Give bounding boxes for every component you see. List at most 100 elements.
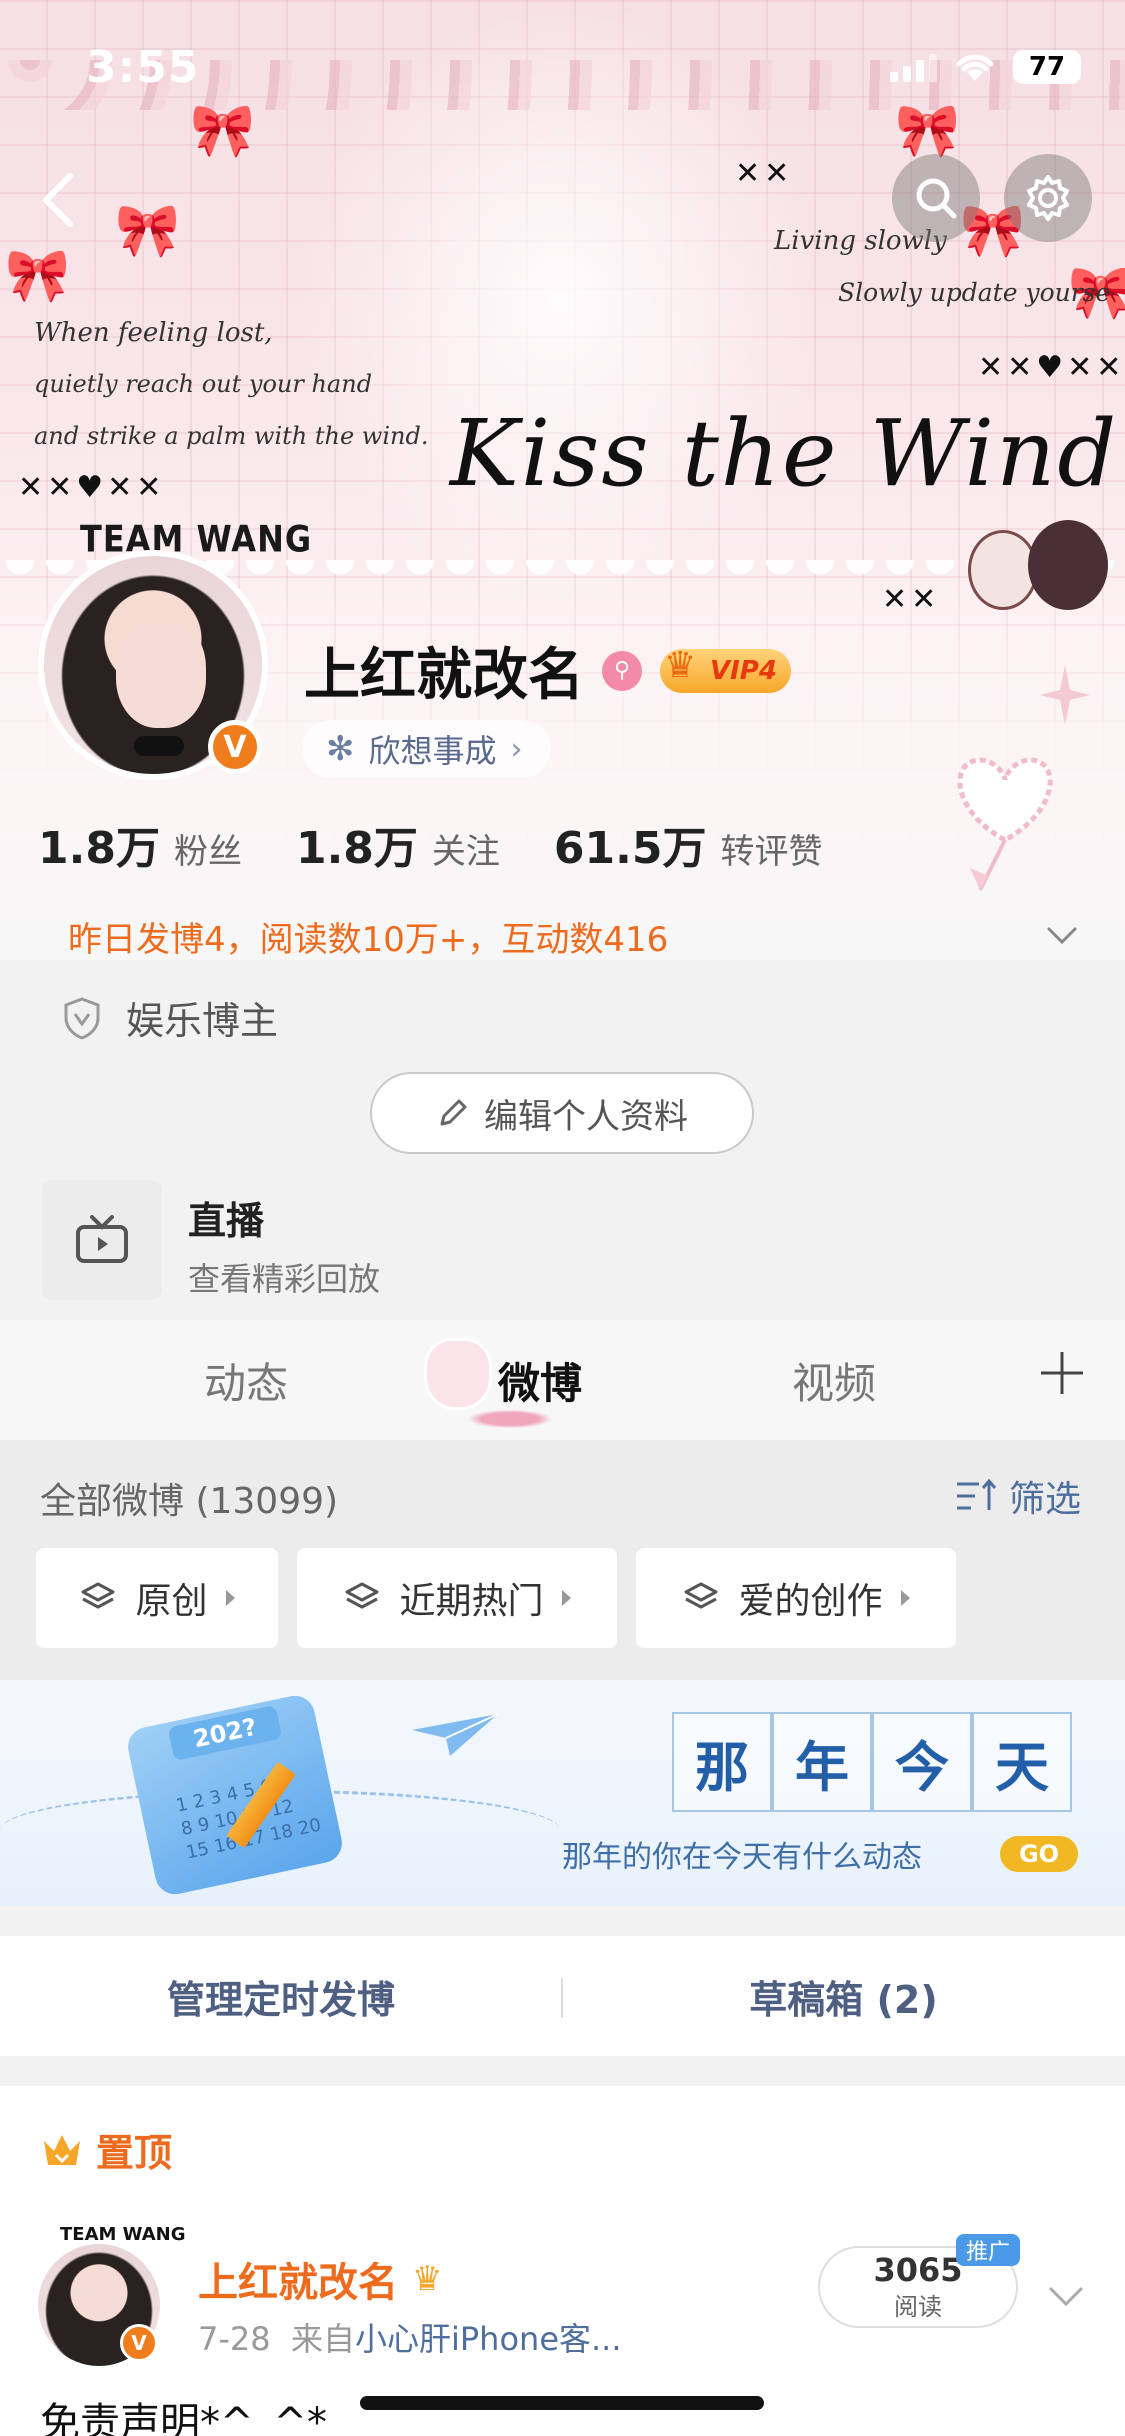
post-author-row: 上红就改名 ♛ [198, 2250, 442, 2308]
banner-title-script: Kiss the Wind [450, 400, 1119, 507]
banner-script-line: quietly reach out your hand [34, 370, 373, 398]
layers-icon [81, 1582, 115, 1609]
on-this-day-title: 那 年 今 天 [672, 1712, 1072, 1812]
snowflake-icon: ✻ [326, 729, 355, 769]
stat-following[interactable]: 1.8万 关注 [296, 812, 500, 876]
username: 上红就改名 [304, 643, 584, 708]
sort-filter-icon [956, 1478, 997, 1510]
activity-summary: 昨日发博4，阅读数10万+，互动数416 [68, 920, 669, 960]
chip-recent-hot[interactable]: 近期热门 [297, 1548, 617, 1648]
profile-stats: 1.8万 粉丝 1.8万 关注 61.5万 转评赞 [38, 812, 876, 876]
verified-badge: V [208, 720, 262, 774]
pinned-label-row: 置顶 [40, 2122, 172, 2177]
edit-profile-label: 编辑个人资料 [484, 1096, 688, 1137]
post-avatar-team-label: TEAM WANG [60, 2224, 186, 2245]
drafts-button[interactable]: 草稿箱 (2) [562, 1936, 1125, 2056]
tag-label: 娱乐博主 [126, 999, 279, 1043]
live-subtitle: 查看精彩回放 [188, 1260, 381, 1298]
heart-lollipop-decoration [957, 757, 1053, 891]
stat-followers[interactable]: 1.8万 粉丝 [38, 812, 242, 876]
tab-video[interactable]: 视频 [792, 1350, 876, 1411]
read-label: 阅读 [894, 2292, 942, 2321]
banner-script-line: Slowly update yourse [838, 278, 1111, 307]
gear-icon [1027, 175, 1069, 221]
profile-tabs: 动态 微博 视频 [0, 1320, 1125, 1440]
wifi-icon [956, 54, 994, 81]
xo-decoration: ✕✕♥✕✕ [18, 470, 166, 505]
plush-toys-decoration [968, 520, 1108, 620]
scheduled-posts-button[interactable]: 管理定时发博 [0, 1936, 562, 2056]
tab-active-indicator [460, 1408, 560, 1430]
post-date: 7-28 [198, 2320, 271, 2358]
chip-love-creation[interactable]: 爱的创作 [636, 1548, 956, 1648]
pink-badge-icon[interactable]: ⚲ [602, 650, 642, 691]
crown-icon: ♛ [412, 2259, 443, 2299]
verified-badge: V [120, 2324, 158, 2362]
tab-dynamics[interactable]: 动态 [204, 1350, 288, 1411]
xo-decoration: ✕✕ [735, 156, 794, 191]
post-text: 免责声明*^_^* [40, 2400, 328, 2436]
edit-profile-button[interactable]: 编辑个人资料 [370, 1072, 754, 1154]
banner-script-line: When feeling lost, [34, 318, 273, 348]
pinned-label: 置顶 [96, 2131, 173, 2175]
back-icon[interactable] [38, 170, 78, 230]
paper-plane-icon [412, 1713, 499, 1756]
tv-icon [76, 1215, 128, 1263]
search-icon [916, 178, 957, 219]
battery-indicator: 77 [1013, 50, 1081, 84]
chevron-right-icon: › [510, 731, 523, 767]
vip-badge[interactable]: ♛ VIP4 [660, 645, 791, 693]
pencil-icon [440, 1099, 467, 1126]
post-author-name[interactable]: 上红就改名 [198, 2250, 398, 2308]
filter-label: 筛选 [1008, 1479, 1081, 1520]
all-weibo-count: 全部微博 (13099) [40, 1481, 339, 1522]
go-button[interactable]: GO [1000, 1836, 1078, 1872]
xo-decoration: ✕✕ [882, 582, 941, 617]
on-this-day-subtitle: 那年的你在今天有什么动态 [562, 1840, 922, 1875]
triangle-right-icon [900, 1590, 910, 1606]
bow-icon: 🎀 [5, 246, 70, 306]
live-entry[interactable] [42, 1180, 162, 1300]
chevron-down-icon[interactable] [1047, 2276, 1085, 2314]
crown-icon: ♛ [664, 644, 697, 686]
wish-pill[interactable]: ✻ 欣想事成 › [302, 720, 551, 778]
filter-button[interactable]: 筛选 [955, 1470, 1081, 1522]
post-source[interactable]: 小心肝iPhone客... [355, 2320, 622, 2358]
status-time: 3:55 [86, 42, 200, 93]
stat-interactions[interactable]: 61.5万 转评赞 [554, 812, 823, 876]
triangle-right-icon [561, 1590, 571, 1606]
bunny-icon [424, 1338, 492, 1410]
promote-badge[interactable]: 推广 [956, 2234, 1021, 2266]
post-meta: 7-28 来自小心肝iPhone客... [198, 2314, 622, 2360]
vip-label: VIP4 [710, 655, 777, 686]
status-bar: 3:55 77 [0, 0, 1125, 132]
layers-icon [345, 1582, 379, 1609]
triangle-right-icon [225, 1590, 235, 1606]
manage-bar: 管理定时发博 草稿箱 (2) [0, 1936, 1125, 2056]
wish-label: 欣想事成 [368, 732, 497, 770]
chevron-down-icon[interactable] [1045, 918, 1079, 952]
search-button[interactable] [892, 154, 980, 242]
profile-tag[interactable]: 娱乐博主 [62, 990, 278, 1045]
add-tab-icon[interactable] [1037, 1348, 1087, 1398]
live-title[interactable]: 直播 [188, 1190, 264, 1245]
settings-button[interactable] [1004, 154, 1092, 242]
chip-original[interactable]: 原创 [36, 1548, 278, 1648]
cellular-signal-icon [890, 52, 937, 82]
read-count: 3065 [873, 2250, 963, 2289]
post-source-prefix: 来自 [290, 2320, 355, 2358]
bow-icon: 🎀 [115, 201, 180, 261]
status-icons: 77 [890, 50, 1081, 84]
shield-icon [64, 996, 100, 1040]
banner-script-line: and strike a palm with the wind. [34, 422, 429, 450]
username-row: 上红就改名 ⚲ ♛ VIP4 [304, 630, 791, 711]
avatar-team-label: TEAM WANG [80, 517, 313, 561]
pinned-post[interactable]: 置顶 TEAM WANG V 上红就改名 ♛ 7-28 来自小心肝iPhone客… [0, 2086, 1125, 2436]
crown-icon [44, 2134, 80, 2165]
xo-decoration: ✕✕♥✕✕ [978, 350, 1125, 385]
layers-icon [684, 1582, 718, 1609]
home-indicator[interactable] [360, 2396, 764, 2410]
on-this-day-banner[interactable]: 202? 1 2 3 4 5 6 8 9 10 11 12 15 16 17 1… [0, 1680, 1125, 1906]
sparkle-decoration [1040, 665, 1090, 725]
tab-weibo[interactable]: 微博 [498, 1350, 582, 1411]
